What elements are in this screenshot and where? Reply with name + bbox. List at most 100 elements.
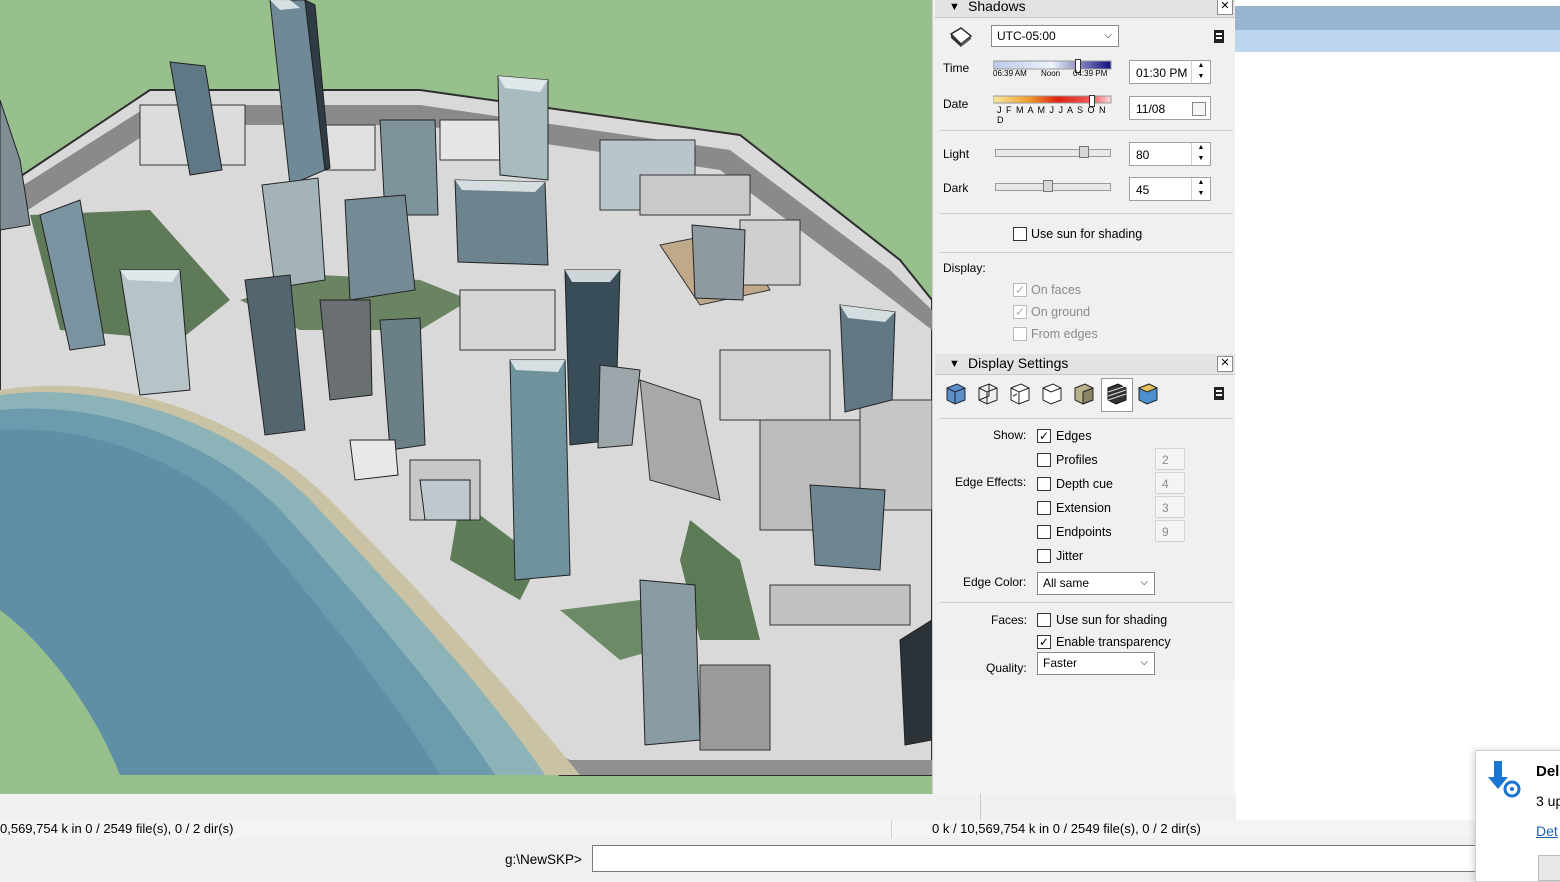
extension-field[interactable]: 3 bbox=[1155, 496, 1185, 518]
panel-pin-icon[interactable] bbox=[1213, 385, 1225, 401]
dark-slider-thumb[interactable] bbox=[1043, 180, 1053, 192]
faces-use-sun-checkbox[interactable] bbox=[1037, 613, 1051, 627]
endpoints-label: Endpoints bbox=[1056, 525, 1112, 539]
time-value: 01:30 PM bbox=[1136, 66, 1188, 80]
default-tray: ▼ Shadows ✕ UTC-05:00 ⌵ Time 06:39 AM No… bbox=[932, 0, 1235, 820]
enable-transparency-label: Enable transparency bbox=[1056, 635, 1171, 649]
jitter-checkbox[interactable] bbox=[1037, 549, 1051, 563]
update-gear-icon bbox=[1484, 759, 1524, 799]
close-icon[interactable]: ✕ bbox=[1217, 356, 1233, 372]
light-label: Light bbox=[943, 147, 970, 161]
quality-value: Faster bbox=[1043, 656, 1078, 670]
edge-effects-label: Edge Effects: bbox=[955, 475, 1027, 489]
light-slider[interactable] bbox=[995, 146, 1111, 158]
on-faces-label: On faces bbox=[1031, 283, 1082, 297]
edges-label: Edges bbox=[1056, 429, 1092, 443]
time-field[interactable]: 01:30 PM ▲ ▼ bbox=[1129, 60, 1211, 84]
notification-details-link[interactable]: Det bbox=[1536, 823, 1558, 839]
edge-color-value: All same bbox=[1043, 576, 1090, 590]
command-path-label: g:\NewSKP> bbox=[505, 852, 582, 867]
monochrome-style-button[interactable] bbox=[1101, 378, 1133, 412]
on-faces-checkbox: ✓ bbox=[1013, 283, 1027, 297]
notification-title: Del bbox=[1536, 763, 1560, 780]
color-by-layer-style-icon[interactable] bbox=[1135, 380, 1161, 408]
use-sun-checkbox[interactable] bbox=[1013, 227, 1027, 241]
divider bbox=[939, 418, 1233, 419]
date-slider[interactable]: J F M A M J J A S O N D bbox=[993, 95, 1113, 125]
on-ground-checkbox: ✓ bbox=[1013, 305, 1027, 319]
notification-button[interactable] bbox=[1538, 855, 1560, 881]
monochrome-style-icon bbox=[1107, 383, 1127, 405]
edge-color-label: Edge Color: bbox=[963, 575, 1027, 589]
display-settings-title: Display Settings bbox=[968, 355, 1069, 371]
profiles-checkbox[interactable] bbox=[1037, 453, 1051, 467]
command-line-input[interactable] bbox=[592, 845, 1494, 872]
profiles-label: Profiles bbox=[1056, 453, 1098, 467]
wireframe-style-icon[interactable] bbox=[975, 380, 1001, 408]
show-label: Show: bbox=[993, 428, 1027, 442]
edges-checkbox[interactable]: ✓ bbox=[1037, 429, 1051, 443]
light-slider-thumb[interactable] bbox=[1079, 146, 1089, 158]
time-spinner[interactable]: ▲ ▼ bbox=[1191, 61, 1210, 83]
dark-spinner[interactable]: ▲ ▼ bbox=[1191, 178, 1210, 200]
chevron-down-icon: ⌵ bbox=[1104, 30, 1112, 41]
use-sun-label: Use sun for shading bbox=[1031, 227, 1143, 241]
quality-select[interactable]: Faster ⌵ bbox=[1037, 652, 1155, 675]
chevron-down-icon: ⌵ bbox=[1140, 577, 1148, 588]
time-scale-start: 06:39 AM bbox=[993, 69, 1027, 78]
panel-pin-icon[interactable] bbox=[1213, 28, 1225, 44]
date-value: 11/08 bbox=[1136, 102, 1166, 116]
endpoints-checkbox[interactable] bbox=[1037, 525, 1051, 539]
background-title-bar bbox=[1234, 6, 1560, 30]
profiles-width-field[interactable]: 2 bbox=[1155, 448, 1185, 470]
edge-color-select[interactable]: All same ⌵ bbox=[1037, 572, 1155, 595]
shadow-toggle-icon[interactable] bbox=[947, 24, 975, 48]
close-icon[interactable]: ✕ bbox=[1217, 0, 1233, 15]
jitter-label: Jitter bbox=[1056, 549, 1084, 563]
calendar-icon[interactable] bbox=[1192, 102, 1206, 116]
notification-text: 3 up bbox=[1536, 793, 1560, 809]
endpoints-field[interactable]: 9 bbox=[1155, 520, 1185, 542]
display-settings-panel-header[interactable]: ▼ Display Settings ✕ bbox=[935, 354, 1235, 375]
dark-label: Dark bbox=[943, 181, 969, 195]
light-field[interactable]: 80 ▲ ▼ bbox=[1129, 142, 1211, 166]
timezone-select[interactable]: UTC-05:00 ⌵ bbox=[991, 25, 1119, 47]
depth-cue-field[interactable]: 4 bbox=[1155, 472, 1185, 494]
notification-toast[interactable]: Del 3 up Det bbox=[1475, 750, 1560, 882]
status-bar-left bbox=[0, 794, 980, 821]
depth-cue-label: Depth cue bbox=[1056, 477, 1113, 491]
shaded-style-icon[interactable] bbox=[1039, 380, 1065, 408]
hidden-line-style-icon[interactable] bbox=[1007, 380, 1033, 408]
depth-cue-checkbox[interactable] bbox=[1037, 477, 1051, 491]
divider bbox=[939, 213, 1233, 214]
dark-slider[interactable] bbox=[995, 180, 1111, 192]
left-panel-summary: 0,569,754 k in 0 / 2549 file(s), 0 / 2 d… bbox=[0, 821, 234, 836]
shadows-panel-title: Shadows bbox=[968, 0, 1026, 14]
enable-transparency-checkbox[interactable]: ✓ bbox=[1037, 635, 1051, 649]
city-model-render bbox=[0, 0, 932, 794]
shaded-textures-style-icon[interactable] bbox=[1071, 380, 1097, 408]
shadows-panel-header[interactable]: ▼ Shadows ✕ bbox=[935, 0, 1235, 18]
divider bbox=[939, 130, 1233, 131]
xray-style-icon[interactable] bbox=[943, 380, 969, 408]
model-viewport[interactable] bbox=[0, 0, 932, 794]
extension-checkbox[interactable] bbox=[1037, 501, 1051, 515]
collapse-triangle-icon[interactable]: ▼ bbox=[949, 1, 960, 13]
background-window bbox=[1234, 0, 1560, 820]
time-label: Time bbox=[943, 61, 970, 75]
collapse-triangle-icon[interactable]: ▼ bbox=[949, 358, 960, 370]
from-edges-label: From edges bbox=[1031, 327, 1098, 341]
chevron-down-icon: ⌵ bbox=[1140, 657, 1148, 668]
light-spinner[interactable]: ▲ ▼ bbox=[1191, 143, 1210, 165]
quality-label: Quality: bbox=[986, 661, 1027, 675]
dark-field[interactable]: 45 ▲ ▼ bbox=[1129, 177, 1211, 201]
from-edges-checkbox bbox=[1013, 327, 1027, 341]
month-scale: J F M A M J J A S O N D bbox=[997, 105, 1107, 125]
date-field[interactable]: 11/08 bbox=[1129, 96, 1211, 120]
time-scale-end: 04:39 PM bbox=[1073, 69, 1108, 78]
faces-use-sun-label: Use sun for shading bbox=[1056, 613, 1168, 627]
file-panel-status bbox=[0, 820, 1560, 838]
time-slider[interactable]: 06:39 AM Noon 04:39 PM bbox=[993, 59, 1113, 81]
divider bbox=[939, 252, 1233, 253]
extension-value: 3 bbox=[1162, 501, 1169, 515]
